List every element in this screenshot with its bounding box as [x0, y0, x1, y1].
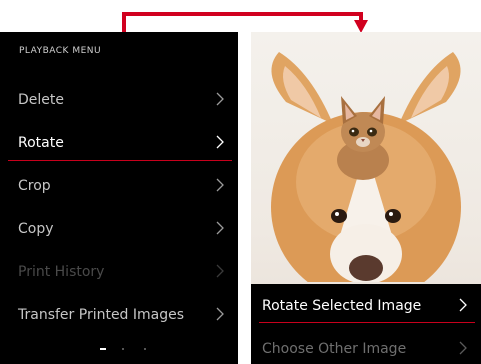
- chevron-right-icon: [216, 264, 224, 278]
- menu-title: PLAYBACK MENU: [19, 46, 102, 56]
- playback-menu-panel: PLAYBACK MENU Delete Rotate Crop Copy Pr…: [0, 32, 238, 364]
- chevron-right-icon: [216, 135, 224, 149]
- page-dot: [122, 348, 124, 350]
- dog-cat-photo: [271, 52, 461, 282]
- submenu-item-label: Rotate Selected Image: [262, 297, 422, 314]
- chevron-right-icon: [216, 307, 224, 321]
- menu-item-label: Rotate: [18, 134, 64, 151]
- page-indicator: [100, 348, 160, 354]
- menu-item-transfer-printed-images[interactable]: Transfer Printed Images: [0, 293, 238, 336]
- submenu-item-choose-other-image[interactable]: Choose Other Image: [251, 327, 481, 364]
- page-dot: [144, 348, 146, 350]
- menu-item-label: Delete: [18, 91, 64, 108]
- menu-item-label: Crop: [18, 177, 51, 194]
- chevron-right-icon: [459, 298, 467, 312]
- menu-item-label: Transfer Printed Images: [18, 306, 185, 323]
- chevron-right-icon: [216, 178, 224, 192]
- menu-item-copy[interactable]: Copy: [0, 207, 238, 250]
- image-preview-panel: Rotate Selected Image Choose Other Image: [251, 32, 481, 364]
- menu-item-label: Print History: [18, 263, 105, 280]
- menu-item-label: Copy: [18, 220, 54, 237]
- chevron-right-icon: [459, 341, 467, 355]
- menu-item-print-history[interactable]: Print History: [0, 250, 238, 293]
- menu-item-crop[interactable]: Crop: [0, 164, 238, 207]
- submenu-item-label: Choose Other Image: [262, 340, 407, 357]
- menu-item-delete[interactable]: Delete: [0, 78, 238, 121]
- page-dot-active: [100, 348, 106, 350]
- submenu-item-rotate-selected-image[interactable]: Rotate Selected Image: [251, 284, 481, 327]
- chevron-right-icon: [216, 92, 224, 106]
- menu-item-rotate[interactable]: Rotate: [0, 121, 238, 164]
- chevron-right-icon: [216, 221, 224, 235]
